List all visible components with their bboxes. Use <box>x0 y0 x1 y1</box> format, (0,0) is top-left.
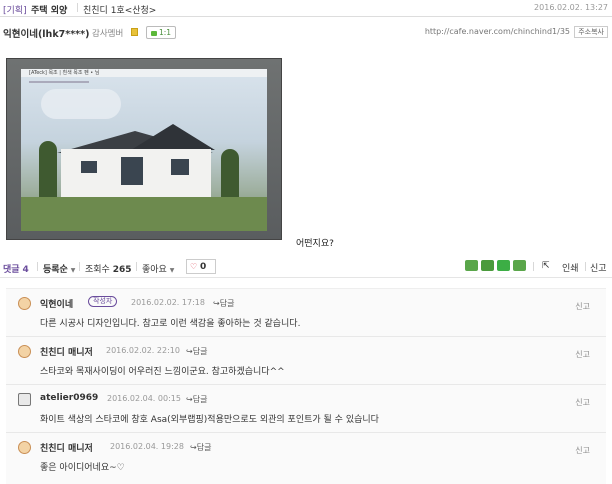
blog-share-icon[interactable] <box>465 260 478 271</box>
chevron-down-icon: ▼ <box>169 267 175 274</box>
reply-label: 답글 <box>196 443 212 452</box>
photo-house-roof <box>131 124 215 150</box>
comment-item: 친친디 매니저 2016.02.04. 19:28 ↪답글 신고 좋은 아이디어… <box>6 433 606 479</box>
photo-window <box>81 161 97 173</box>
reply-link[interactable]: ↪답글 <box>186 346 207 357</box>
chevron-down-icon: ▼ <box>70 267 76 274</box>
post-date: 2016.02.02. 13:27 <box>534 3 608 12</box>
chat-button[interactable]: 1:1 <box>146 26 177 39</box>
comment-item: atelier0969 2016.02.04. 00:15 ↪답글 신고 화이트… <box>6 385 606 433</box>
comment-count-label: 댓글 <box>3 265 20 275</box>
commenter-avatar[interactable] <box>18 297 31 310</box>
print-link[interactable]: 인쇄 <box>562 261 579 274</box>
like-list-dropdown[interactable]: 좋아요 ▼ <box>142 262 174 275</box>
comment-text: 화이트 색상의 스타코에 창호 Asa(외부랩핑)적용만으로도 외관의 포인트가… <box>40 415 379 425</box>
sort-order-label: 등록순 <box>43 265 68 275</box>
cafe-share-icon[interactable] <box>481 260 494 271</box>
more-share-icon[interactable] <box>513 260 526 271</box>
comment-date: 2016.02.02. 22:10 <box>106 346 180 355</box>
like-button[interactable]: ♡ 0 <box>186 259 216 274</box>
post-url[interactable]: http://cafe.naver.com/chinchind1/35 <box>425 27 570 36</box>
chat-label: 1:1 <box>159 28 172 37</box>
reply-link[interactable]: ↪답글 <box>190 442 211 453</box>
comment-text: 좋은 아이디어네요~♡ <box>40 463 125 473</box>
reply-label: 답글 <box>219 299 235 308</box>
commenter-name[interactable]: 익현이네 <box>40 297 73 310</box>
photo-screen-caption: [ATeck] 목조 | 흰색 목조 펜 • 님 <box>29 70 100 76</box>
comment-date: 2016.02.04. 19:28 <box>110 442 184 451</box>
stats-divider: | <box>135 262 139 272</box>
comment-date: 2016.02.04. 00:15 <box>107 394 181 403</box>
bookmark-share-icon[interactable] <box>497 260 510 271</box>
photo-screen: [ATeck] 목조 | 흰색 목조 펜 • 님 <box>21 69 267 231</box>
comment-count[interactable]: 댓글 4 <box>3 262 29 275</box>
copy-url-button[interactable]: 주소복사 <box>574 26 608 38</box>
photo-window <box>121 157 143 185</box>
post-category[interactable]: [기획] <box>3 3 27 16</box>
report-link[interactable]: 신고 <box>590 261 607 274</box>
comment-text: 스타코와 목재사이딩이 어우러진 느낌이군요. 참고하겠습니다^^ <box>40 367 285 377</box>
stats-divider: | <box>78 262 82 272</box>
post-stats-bar: 댓글 4 | 등록순 ▼ | 조회수 265 | 좋아요 ▼ ♡ 0 | ⇱ 인… <box>0 258 612 278</box>
comment-item: 익현이네 작성자 2016.02.02. 17:18 ↪답글 신고 다른 시공사… <box>6 289 606 337</box>
like-count: 0 <box>200 262 207 272</box>
stats-divider: | <box>532 262 536 272</box>
member-grade-icon <box>131 28 138 36</box>
like-label: 좋아요 <box>142 265 167 275</box>
reply-link[interactable]: ↪답글 <box>213 298 234 309</box>
post-photo[interactable]: [ATeck] 목조 | 흰색 목조 펜 • 님 <box>6 58 282 240</box>
stats-divider: | <box>36 262 40 272</box>
post-title-bar: [기획] 주택 외양 | 친친디 1호<산청> 2016.02.02. 13:2… <box>0 0 612 17</box>
comment-report-link[interactable]: 신고 <box>575 301 590 312</box>
commenter-avatar[interactable] <box>18 393 31 406</box>
comment-list: 익현이네 작성자 2016.02.02. 17:18 ↪답글 신고 다른 시공사… <box>6 288 606 484</box>
board-name[interactable]: 친친디 1호<산청> <box>83 3 156 16</box>
reply-label: 답글 <box>192 395 208 404</box>
commenter-name[interactable]: atelier0969 <box>40 393 98 403</box>
writer-badge: 작성자 <box>88 296 118 307</box>
post-title: 주택 외양 <box>31 6 68 16</box>
comment-count-value: 4 <box>22 265 29 275</box>
reply-label: 답글 <box>192 347 208 356</box>
commenter-avatar[interactable] <box>18 345 31 358</box>
photo-ground <box>21 197 267 231</box>
view-count: 조회수 265 <box>85 262 132 275</box>
comment-date: 2016.02.02. 17:18 <box>131 298 205 307</box>
heart-icon: ♡ <box>190 262 198 271</box>
commenter-avatar[interactable] <box>18 441 31 454</box>
member-grade: 감사멤버 <box>92 29 124 39</box>
commenter-name[interactable]: 친친디 매니저 <box>40 345 93 358</box>
comment-report-link[interactable]: 신고 <box>575 349 590 360</box>
stats-divider: | <box>584 262 588 272</box>
reply-link[interactable]: ↪답글 <box>186 394 207 405</box>
photo-window <box>171 159 189 175</box>
share-icon[interactable]: ⇱ <box>542 261 550 271</box>
comment-item: 친친디 매니저 2016.02.02. 22:10 ↪답글 신고 스타코와 목재… <box>6 337 606 385</box>
sort-order-dropdown[interactable]: 등록순 ▼ <box>43 262 75 275</box>
photo-cloud <box>41 89 121 119</box>
author-name[interactable]: 익현이네(lhk7****) <box>3 26 89 40</box>
comment-report-link[interactable]: 신고 <box>575 445 590 456</box>
view-count-label: 조회수 <box>85 265 110 275</box>
photo-screen-line <box>29 81 89 83</box>
post-body-text: 어떤지요? <box>296 239 334 249</box>
photo-tree <box>39 141 57 201</box>
comment-text: 다른 시공사 디자인입니다. 참고로 이런 색감을 좋아하는 것 같습니다. <box>40 319 301 329</box>
comment-report-link[interactable]: 신고 <box>575 397 590 408</box>
author-row: 익현이네(lhk7****) 감사멤버 1:1 http://cafe.nave… <box>0 26 612 42</box>
chat-bubble-icon <box>151 30 157 36</box>
photo-screen-bar: [ATeck] 목조 | 흰색 목조 펜 • 님 <box>21 69 267 77</box>
photo-tree <box>221 149 239 201</box>
view-count-value: 265 <box>112 265 132 275</box>
commenter-name[interactable]: 친친디 매니저 <box>40 441 93 454</box>
title-divider: | <box>76 3 80 13</box>
